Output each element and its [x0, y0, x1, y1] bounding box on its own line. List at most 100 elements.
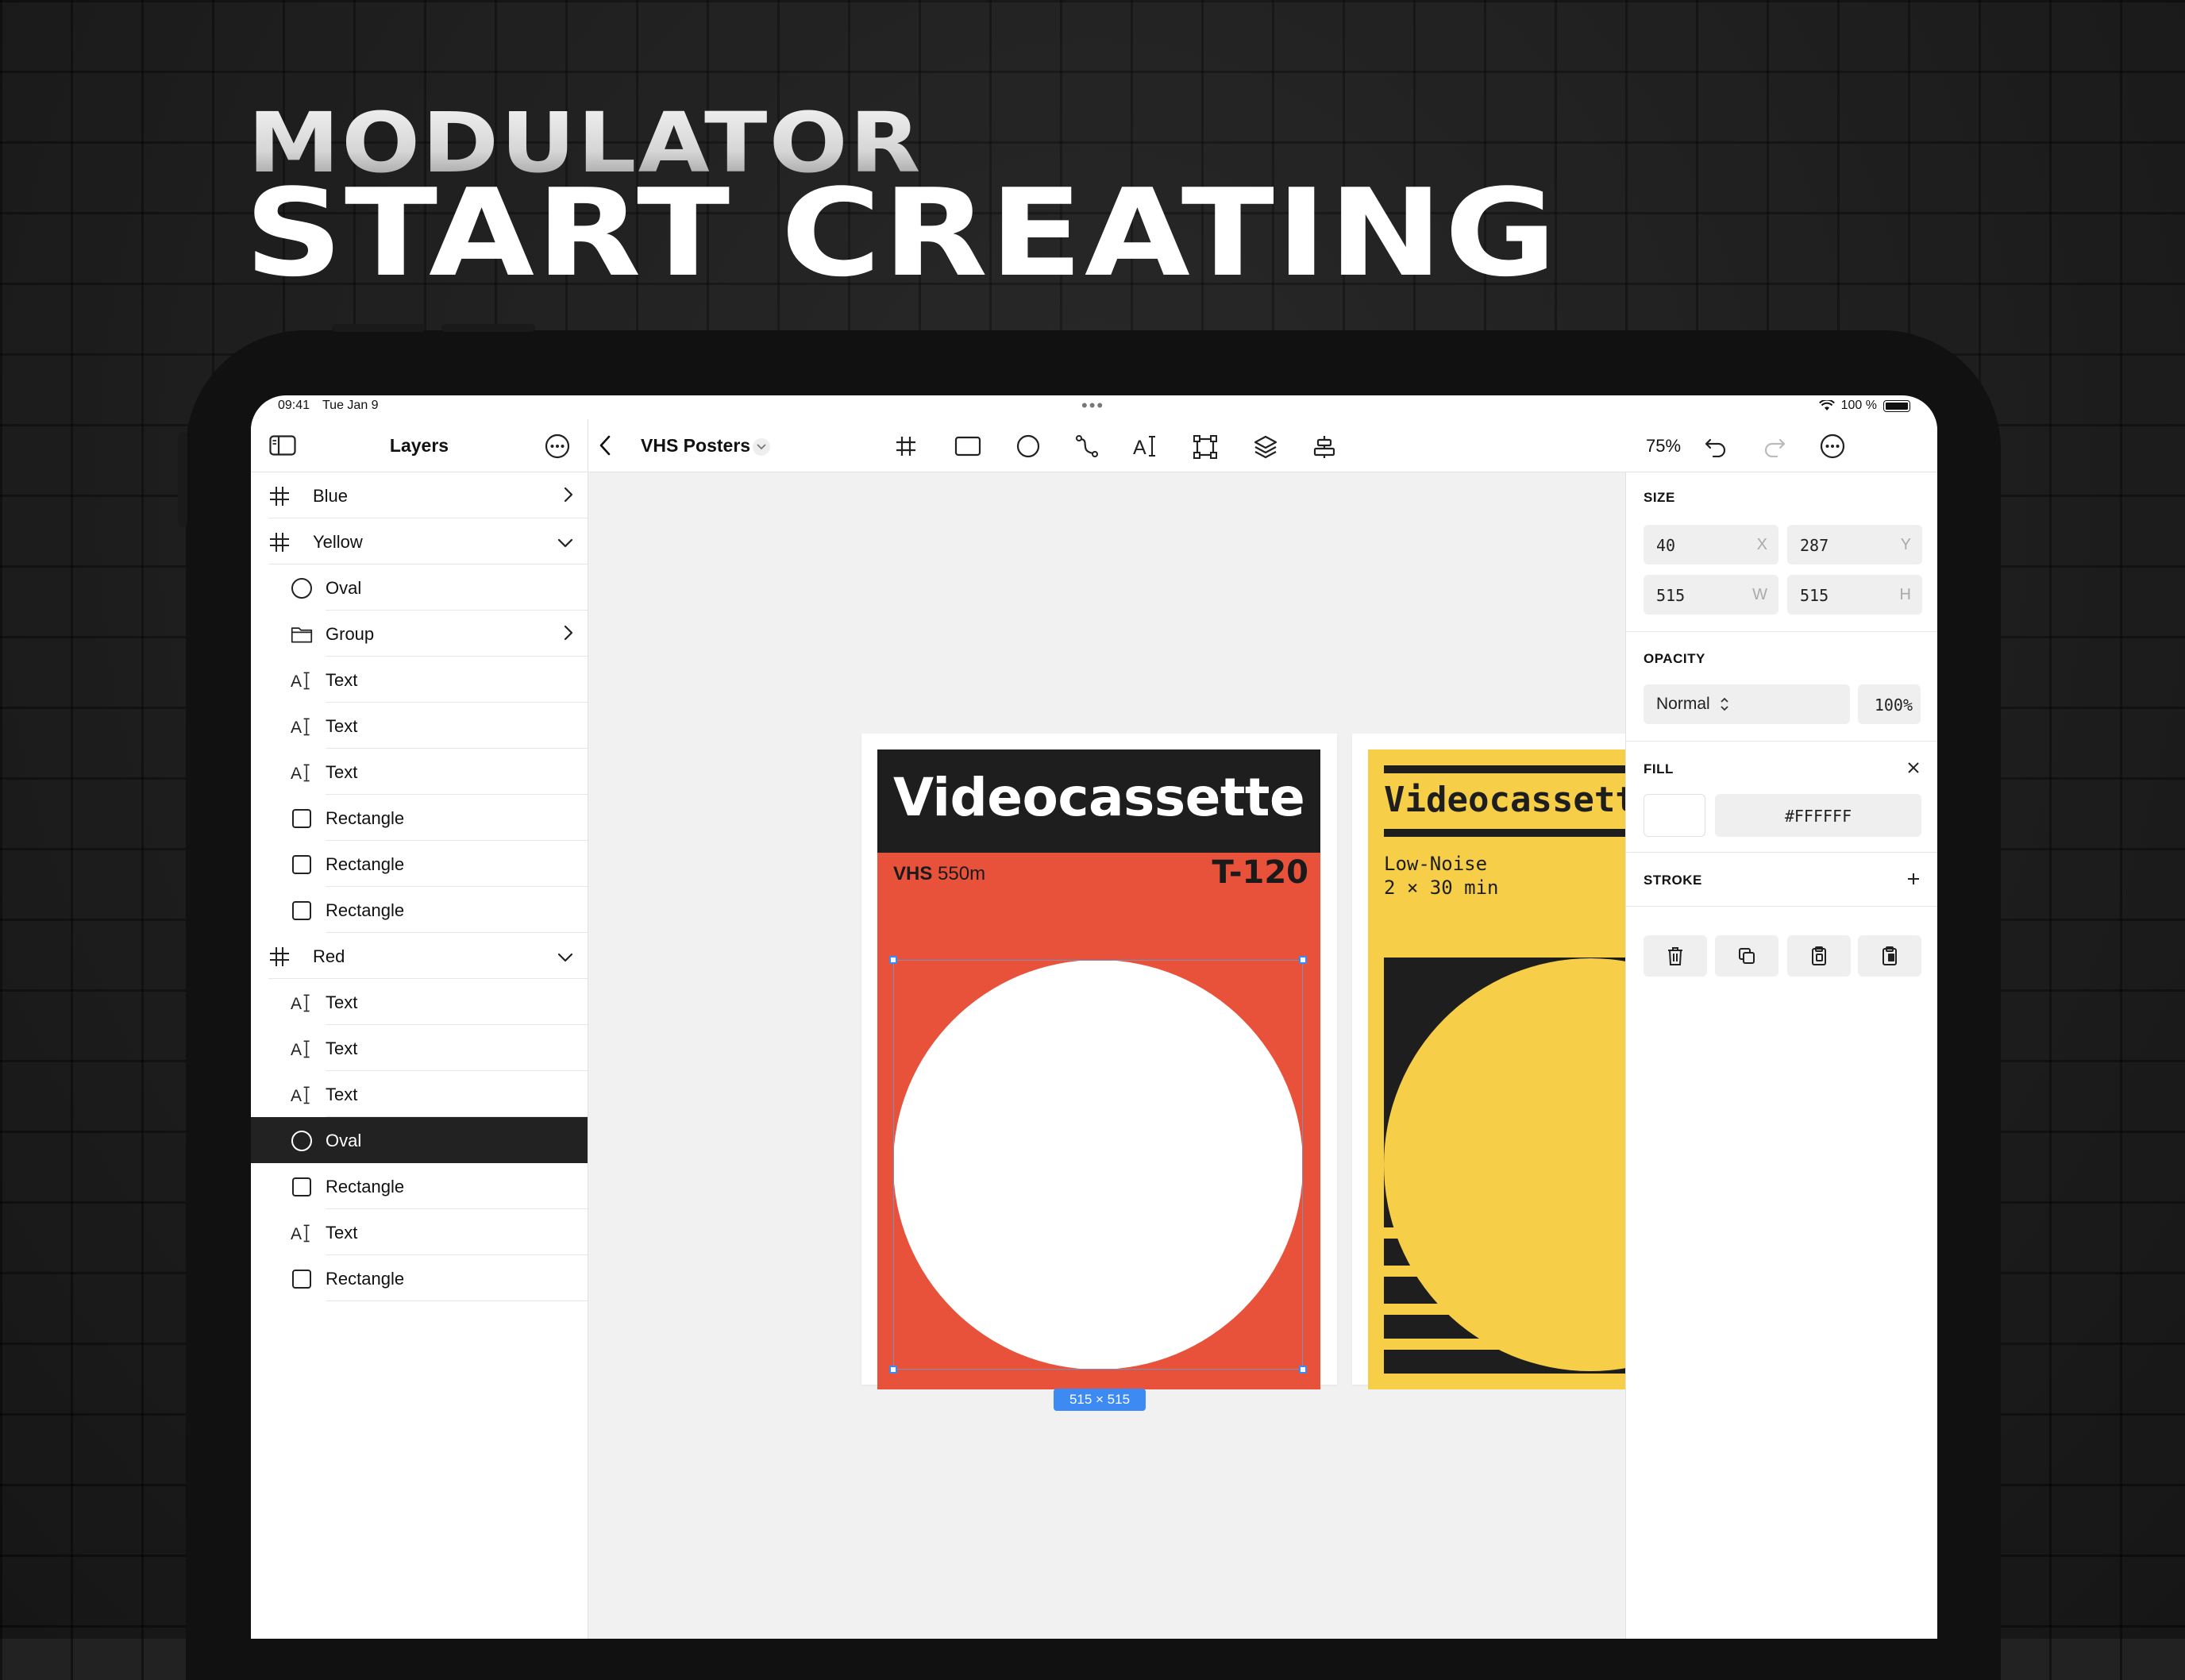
layer-row-text[interactable]: A Text: [251, 1071, 588, 1117]
layer-row-oval[interactable]: Oval: [251, 1117, 588, 1163]
document-title[interactable]: VHS Posters: [641, 435, 750, 457]
layer-label: Group: [326, 624, 375, 644]
duplicate-button[interactable]: [1715, 935, 1778, 977]
delete-button[interactable]: [1644, 935, 1707, 977]
inspector-panel: SIZE 40 X 287 Y 515 W 515 H OPACITY Norm…: [1625, 472, 1937, 1639]
frame-tool-icon[interactable]: [893, 433, 919, 459]
y-field[interactable]: 287 Y: [1787, 525, 1922, 564]
svg-text:A: A: [291, 672, 302, 691]
x-field[interactable]: 40 X: [1644, 525, 1778, 564]
add-stroke-icon[interactable]: [1904, 869, 1923, 888]
align-tool-icon[interactable]: [1311, 433, 1338, 460]
layer-row-text[interactable]: A Text: [251, 1209, 588, 1255]
svg-text:A: A: [1133, 437, 1146, 458]
status-date: Tue Jan 9: [322, 399, 379, 412]
oval-tool-icon[interactable]: [1015, 433, 1041, 459]
opacity-value-field[interactable]: 100%: [1858, 684, 1921, 724]
device-top-button: [332, 324, 426, 332]
text-icon: A: [291, 1038, 313, 1060]
layer-row-text[interactable]: A Text: [251, 749, 588, 795]
layer-row-rectangle[interactable]: Rectangle: [251, 1255, 588, 1301]
yellow-poster-title: Videocassette: [1384, 780, 1658, 820]
layer-row-group[interactable]: Group: [251, 611, 588, 657]
selection-handle[interactable]: [1299, 956, 1307, 964]
layer-row-text[interactable]: A Text: [251, 657, 588, 703]
device-side-button: [178, 432, 187, 527]
layer-row-red[interactable]: Red: [251, 933, 588, 979]
app-screen: 09:41 Tue Jan 9 ••• 100 % Layers Blue Yel…: [251, 395, 1937, 1639]
text-tool-icon[interactable]: A: [1131, 433, 1160, 459]
rectangle-tool-icon[interactable]: [954, 433, 982, 459]
top-toolbar: VHS Posters A 75%: [588, 419, 1937, 472]
layer-row-blue[interactable]: Blue: [251, 472, 588, 518]
chevron-down-icon[interactable]: [557, 538, 573, 552]
svg-text:A: A: [291, 995, 302, 1013]
height-field[interactable]: 515 H: [1787, 575, 1922, 615]
selection-handle[interactable]: [889, 1366, 897, 1374]
layer-row-rectangle[interactable]: Rectangle: [251, 841, 588, 887]
text-icon: A: [291, 669, 313, 692]
rectangle-icon: [291, 853, 313, 876]
undo-icon[interactable]: [1703, 433, 1728, 459]
svg-text:A: A: [291, 1225, 302, 1243]
more-options-icon[interactable]: [545, 433, 570, 459]
copy-button[interactable]: [1787, 935, 1851, 977]
updown-chevron-icon: [1721, 697, 1728, 711]
layers-title: Layers: [389, 435, 449, 456]
redo-icon[interactable]: [1762, 433, 1787, 459]
text-icon: A: [291, 1222, 313, 1244]
title-dropdown-chevron-icon[interactable]: [753, 438, 770, 456]
chevron-down-icon[interactable]: [557, 952, 573, 966]
section-divider: [1626, 906, 1937, 907]
layer-label: Rectangle: [326, 900, 405, 920]
blend-mode-value: Normal: [1656, 695, 1710, 713]
status-right: 100 %: [1818, 399, 1910, 413]
layer-label: Text: [326, 1223, 358, 1243]
selection-size-badge: 515 × 515: [1054, 1389, 1146, 1411]
back-icon[interactable]: [593, 433, 617, 457]
selection-box[interactable]: [893, 960, 1303, 1370]
multitasking-dots-icon[interactable]: •••: [1081, 395, 1104, 416]
selection-handle[interactable]: [889, 956, 897, 964]
fill-section-title: FILL: [1644, 761, 1674, 776]
chevron-right-icon[interactable]: [564, 625, 573, 645]
layer-label: Blue: [313, 486, 349, 506]
layer-label: Oval: [326, 578, 362, 598]
layer-row-text[interactable]: A Text: [251, 703, 588, 749]
red-poster-title: Videocassette: [893, 767, 1305, 828]
height-value: 515: [1800, 586, 1829, 605]
more-menu-icon[interactable]: [1819, 433, 1846, 460]
section-divider: [1626, 741, 1937, 742]
layer-row-rectangle[interactable]: Rectangle: [251, 1163, 588, 1209]
chevron-right-icon[interactable]: [564, 487, 573, 507]
svg-text:A: A: [291, 1041, 302, 1059]
layer-list: Blue Yellow Oval Group A Text A Text A Text Rectan…: [251, 472, 588, 1301]
layers-tool-icon[interactable]: [1252, 433, 1279, 460]
rectangle-icon: [291, 900, 313, 922]
red-poster-brand-line: VHS 550m: [893, 863, 985, 885]
battery-icon: [1883, 399, 1910, 412]
fill-color-swatch[interactable]: [1644, 794, 1705, 837]
section-divider: [1626, 852, 1937, 853]
layer-row-text[interactable]: A Text: [251, 1025, 588, 1071]
transform-tool-icon[interactable]: [1192, 433, 1219, 460]
layer-row-rectangle[interactable]: Rectangle: [251, 795, 588, 841]
hero-title: START CREATING: [245, 163, 1559, 303]
selection-handle[interactable]: [1299, 1366, 1307, 1374]
blend-mode-select[interactable]: Normal: [1644, 684, 1850, 724]
fill-hex-field[interactable]: #FFFFFF: [1715, 794, 1921, 837]
layer-row-rectangle[interactable]: Rectangle: [251, 887, 588, 933]
zoom-level[interactable]: 75%: [1646, 436, 1681, 457]
paste-button[interactable]: [1858, 935, 1921, 977]
status-bar: 09:41 Tue Jan 9 ••• 100 %: [251, 395, 1937, 419]
layer-row-text[interactable]: A Text: [251, 979, 588, 1025]
pen-tool-icon[interactable]: [1074, 433, 1100, 459]
frame-icon: [268, 946, 291, 968]
layer-row-yellow[interactable]: Yellow: [251, 518, 588, 564]
layer-row-oval[interactable]: Oval: [251, 564, 588, 611]
layer-label: Rectangle: [326, 1177, 405, 1196]
width-value: 515: [1656, 586, 1686, 605]
layer-label: Text: [326, 670, 358, 690]
remove-fill-icon[interactable]: [1904, 758, 1923, 777]
width-field[interactable]: 515 W: [1644, 575, 1778, 615]
